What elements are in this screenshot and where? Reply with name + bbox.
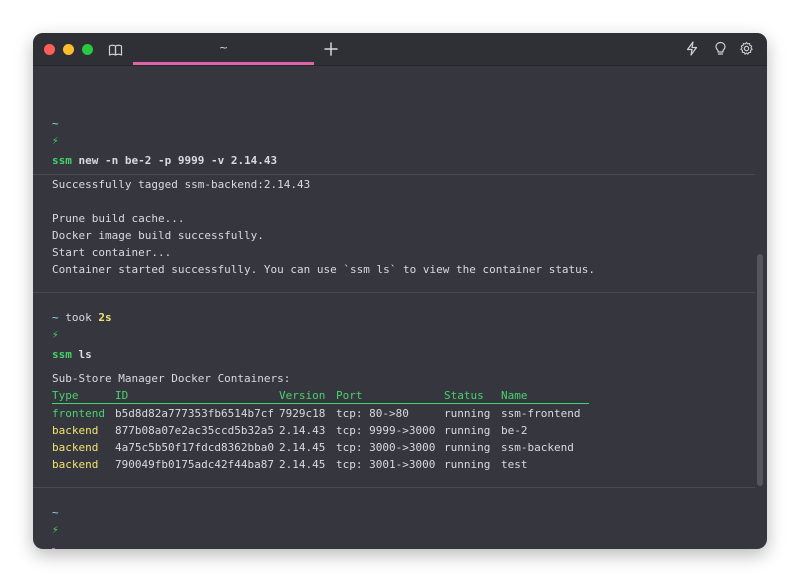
- gear-icon[interactable]: [739, 41, 754, 60]
- took-duration: 2s: [98, 311, 112, 324]
- text-cursor[interactable]: [52, 548, 55, 549]
- cell-status: running: [444, 424, 491, 437]
- lightning-icon[interactable]: [685, 41, 699, 60]
- cell-port: tcp: 3000->3000: [336, 441, 436, 454]
- close-window-button[interactable]: [44, 44, 55, 55]
- command-args: new -n be-2 -p 9999 -v 2.14.43: [78, 154, 278, 167]
- cell-type: backend: [52, 441, 99, 454]
- new-tab-plus-icon[interactable]: [324, 41, 338, 60]
- title-bar: ~: [33, 33, 767, 66]
- prompt-directory: ~: [52, 117, 59, 130]
- cell-id: b5d8d82a777353fb6514b7cf: [115, 407, 274, 420]
- output-line: Start container...: [52, 246, 172, 259]
- terminal-window: ~ ~ ⚡ ssm new -n be-2 -p 9999 -v 2.14.43…: [33, 33, 767, 549]
- took-label: took: [65, 311, 92, 324]
- block-divider: [33, 174, 755, 175]
- cell-port: tcp: 3001->3000: [336, 458, 436, 471]
- cell-id: 790049fb0175adc42f44ba87: [115, 458, 274, 471]
- column-header-name: Name: [501, 389, 528, 402]
- output-line: Container started successfully. You can …: [52, 263, 596, 276]
- prompt-symbol: ⚡: [52, 328, 59, 341]
- cell-name: test: [501, 458, 528, 471]
- command-line: ssm ls: [52, 348, 92, 361]
- column-header-id: ID: [115, 389, 129, 402]
- active-tab-indicator: [133, 62, 314, 65]
- cell-port: tcp: 80->80: [336, 407, 409, 420]
- cell-status: running: [444, 441, 491, 454]
- cell-name: ssm-frontend: [501, 407, 581, 420]
- cell-status: running: [444, 458, 491, 471]
- command-args: ls: [78, 348, 92, 361]
- tab-title: ~: [218, 41, 229, 54]
- minimize-window-button[interactable]: [63, 44, 74, 55]
- book-icon[interactable]: [108, 42, 123, 61]
- cell-version: 2.14.45: [279, 441, 326, 454]
- cell-name: ssm-backend: [501, 441, 574, 454]
- command-name: ssm: [52, 154, 72, 167]
- prompt-symbol: ⚡: [52, 134, 59, 147]
- tab-home[interactable]: ~: [133, 33, 314, 65]
- prompt-directory: ~: [52, 506, 59, 519]
- cell-status: running: [444, 407, 491, 420]
- prompt-header: ~ took 2s: [52, 311, 112, 324]
- prompt-directory: ~: [52, 311, 59, 324]
- cell-type: backend: [52, 424, 99, 437]
- cell-version: 7929c18: [279, 407, 326, 420]
- cell-port: tcp: 9999->3000: [336, 424, 436, 437]
- cell-type: frontend: [52, 407, 105, 420]
- cell-version: 2.14.43: [279, 424, 326, 437]
- command-name: ssm: [52, 348, 72, 361]
- vertical-scrollbar[interactable]: [757, 254, 763, 486]
- output-title: Sub-Store Manager Docker Containers:: [52, 372, 291, 385]
- table-header-underline: [52, 403, 589, 404]
- block-divider: [33, 292, 755, 293]
- column-header-version: Version: [279, 389, 326, 402]
- zoom-window-button[interactable]: [82, 44, 93, 55]
- column-header-status: Status: [444, 389, 484, 402]
- lightbulb-icon[interactable]: [714, 41, 727, 60]
- cell-name: be-2: [501, 424, 528, 437]
- prompt-symbol: ⚡: [52, 523, 59, 536]
- cell-id: 877b08a07e2ac35ccd5b32a5: [115, 424, 274, 437]
- cell-version: 2.14.45: [279, 458, 326, 471]
- block-divider: [33, 487, 755, 488]
- column-header-type: Type: [52, 389, 79, 402]
- command-line: ssm new -n be-2 -p 9999 -v 2.14.43: [52, 154, 277, 167]
- cell-id: 4a75c5b50f17fdcd8362bba0: [115, 441, 274, 454]
- terminal-content[interactable]: ~ ⚡ ssm new -n be-2 -p 9999 -v 2.14.43 S…: [33, 66, 767, 549]
- output-line: Prune build cache...: [52, 212, 185, 225]
- column-header-port: Port: [336, 389, 363, 402]
- cell-type: backend: [52, 458, 99, 471]
- output-line: Successfully tagged ssm-backend:2.14.43: [52, 178, 311, 191]
- output-line: Docker image build successfully.: [52, 229, 264, 242]
